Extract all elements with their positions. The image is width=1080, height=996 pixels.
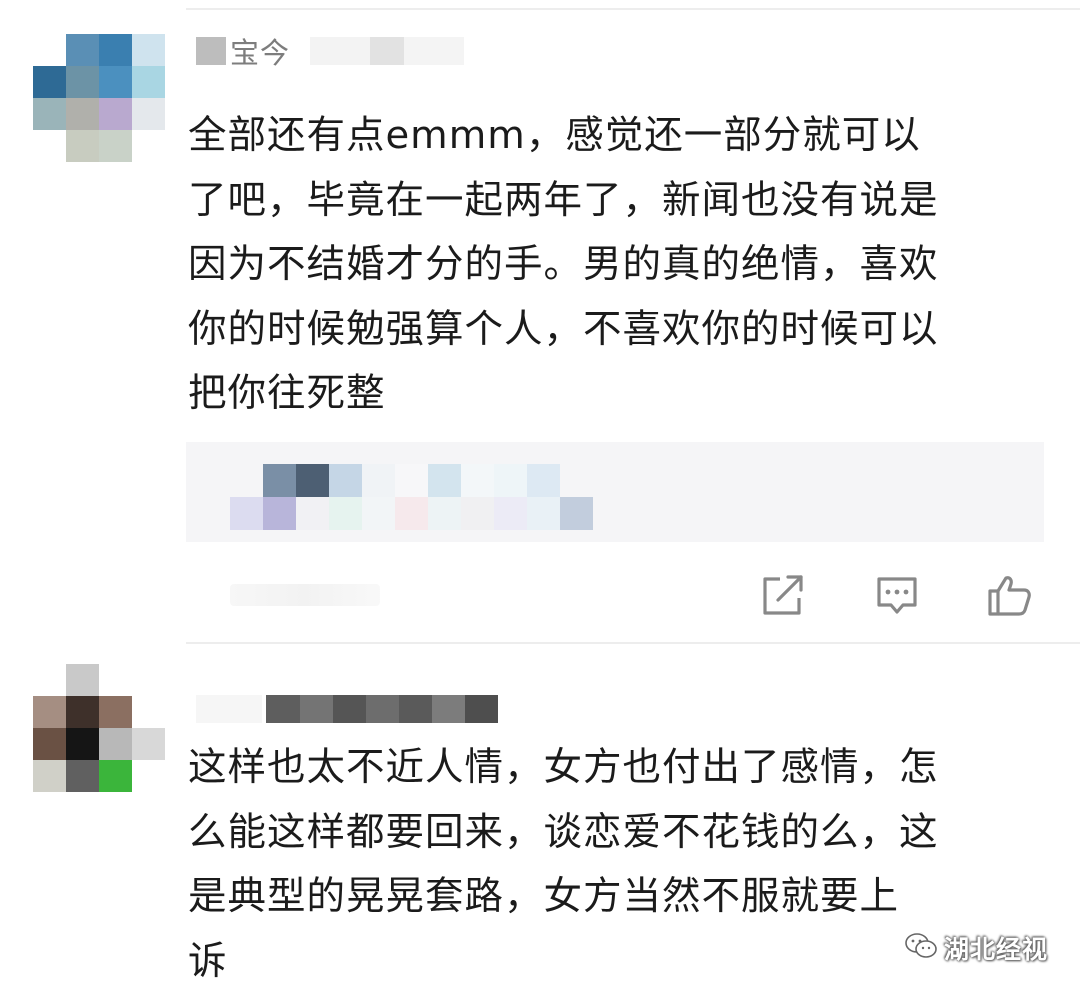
comment-line: 全部还有点emmm，感觉还一部分就可以: [188, 113, 921, 158]
comment-body: 全部还有点emmm，感觉还一部分就可以 了吧，毕竟在一起两年了，新闻也没有说是 …: [188, 104, 1058, 427]
username-blur: [196, 695, 262, 723]
comment-line: 把你往死整: [188, 371, 386, 416]
username-blur: [300, 695, 333, 723]
username-blur: [465, 695, 498, 723]
watermark-text: 湖北经视: [944, 935, 1049, 964]
edit-icon[interactable]: [758, 570, 808, 620]
comment-icon[interactable]: [872, 570, 922, 620]
username-text: 宝今: [230, 36, 291, 70]
divider: [186, 642, 1080, 644]
username-blur: [432, 695, 465, 723]
comment-line: 了吧，毕竟在一起两年了，新闻也没有说是: [188, 177, 939, 223]
username[interactable]: [196, 692, 498, 726]
username-blur: [404, 37, 465, 65]
username-blur: [310, 37, 371, 65]
comment-line: 是典型的晃晃套路，女方当然不服就要上: [188, 874, 900, 919]
username-blur: [333, 695, 366, 723]
username-blur: [370, 37, 405, 65]
reply-preview[interactable]: [186, 442, 1044, 542]
wechat-icon: [904, 931, 938, 965]
top-divider: [186, 8, 1080, 10]
watermark: 湖北经视: [904, 928, 1048, 968]
comment-line: 你的时候勉强算个人，不喜欢你的时候可以: [188, 306, 939, 352]
comment-line: 这样也太不近人情，女方也付出了感情，怎: [188, 745, 939, 790]
username-blur: [196, 37, 226, 65]
username-blur: [266, 695, 300, 723]
comment-line: 么能这样都要回来，谈恋爱不花钱的么，这: [188, 809, 939, 855]
username[interactable]: 宝今: [196, 34, 465, 70]
username-blur: [366, 695, 399, 723]
avatar[interactable]: [33, 664, 165, 792]
thumbs-up-icon[interactable]: [984, 570, 1034, 620]
username-blur: [399, 695, 432, 723]
timestamp-blur: [230, 584, 380, 606]
avatar[interactable]: [33, 34, 165, 162]
comment-line: 因为不结婚才分的手。男的真的绝情，喜欢: [188, 242, 939, 287]
reply-preview-blur: [230, 464, 626, 530]
